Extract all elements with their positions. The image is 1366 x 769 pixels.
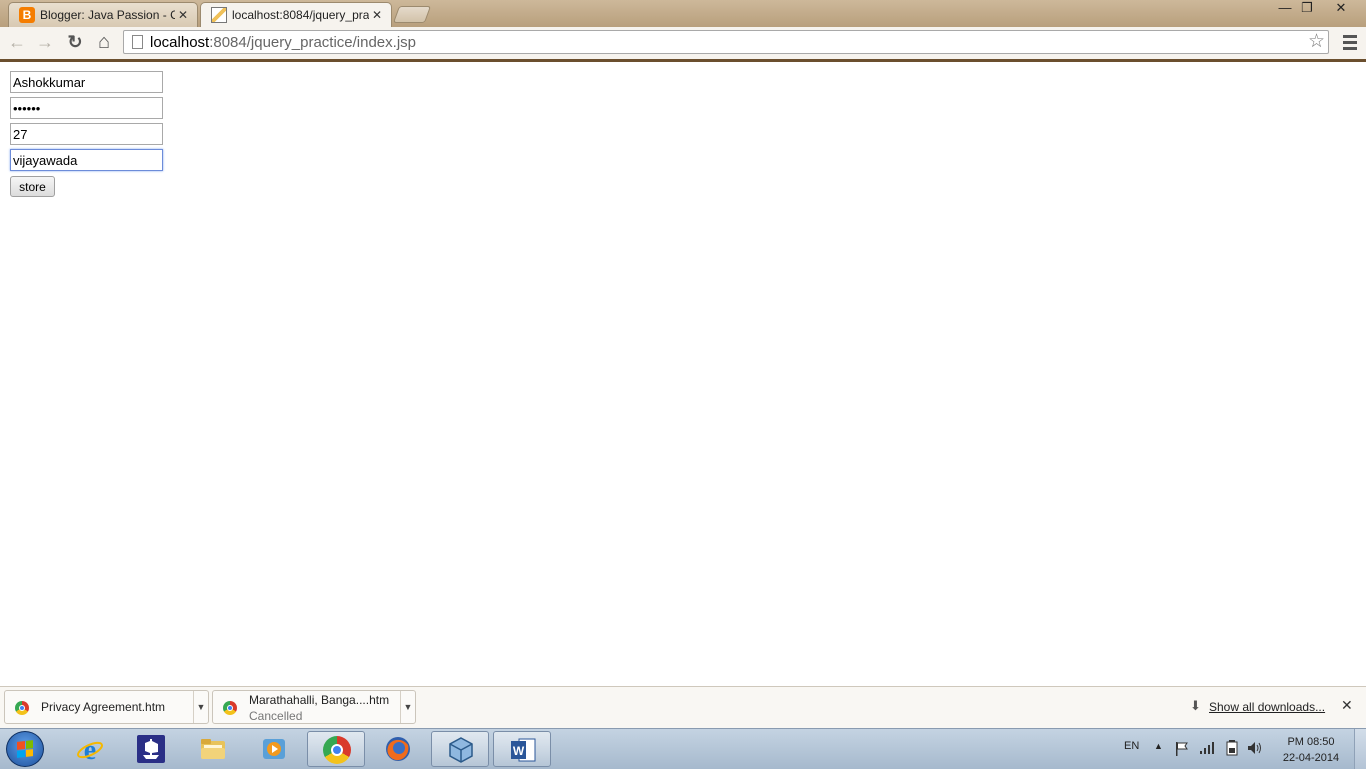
language-indicator[interactable]: EN bbox=[1124, 740, 1139, 752]
volume-icon[interactable] bbox=[1247, 741, 1263, 755]
network-signal-icon[interactable] bbox=[1199, 741, 1215, 755]
taskbar-virtualbox[interactable] bbox=[431, 731, 489, 767]
download-arrow-icon: ⬇ bbox=[1190, 698, 1201, 713]
chrome-icon bbox=[323, 736, 351, 764]
clock-date: 22-04-2014 bbox=[1282, 752, 1340, 764]
close-window-icon[interactable]: ✕ bbox=[1326, 0, 1356, 18]
clock-time: PM 08:50 bbox=[1287, 736, 1335, 748]
page-icon bbox=[132, 35, 143, 49]
show-hidden-icons-icon[interactable]: ▲ bbox=[1154, 741, 1163, 751]
close-shelf-icon[interactable]: ✕ bbox=[1341, 697, 1353, 714]
taskbar-internet-explorer[interactable]: e bbox=[61, 731, 119, 767]
battery-icon[interactable] bbox=[1226, 740, 1238, 756]
internet-explorer-icon: e bbox=[77, 735, 103, 763]
pirate-ship-icon bbox=[137, 735, 165, 763]
name-input[interactable] bbox=[10, 71, 163, 93]
forward-icon[interactable]: → bbox=[34, 31, 56, 53]
chrome-file-icon bbox=[15, 701, 29, 715]
taskbar-chrome[interactable] bbox=[307, 731, 365, 767]
word-icon: W bbox=[511, 738, 536, 762]
folder-icon bbox=[201, 739, 225, 759]
show-desktop-button[interactable] bbox=[1354, 729, 1366, 769]
page-content: store bbox=[0, 62, 1366, 686]
show-all-downloads-link[interactable]: Show all downloads... bbox=[1209, 700, 1325, 714]
download-filename: Marathahalli, Banga....htm bbox=[249, 693, 390, 707]
download-filename: Privacy Agreement.htm bbox=[41, 700, 166, 714]
start-button[interactable] bbox=[6, 731, 44, 767]
action-center-flag-icon[interactable] bbox=[1175, 741, 1189, 757]
blogger-icon: B bbox=[19, 7, 35, 23]
browser-toolbar: ← → ↻ ⌂ localhost:8084/jquery_practice/i… bbox=[0, 27, 1366, 62]
age-input[interactable] bbox=[10, 123, 163, 145]
browser-tab-strip: B Blogger: Java Passion - Cr ✕ localhost… bbox=[0, 0, 1366, 27]
tab-title: Blogger: Java Passion - Cr bbox=[40, 8, 175, 22]
tab-localhost[interactable]: localhost:8084/jquery_pra ✕ bbox=[200, 2, 392, 27]
page-favicon-icon bbox=[211, 7, 227, 23]
tab-blogger[interactable]: B Blogger: Java Passion - Cr ✕ bbox=[8, 2, 198, 27]
bookmark-star-icon[interactable]: ☆ bbox=[1308, 31, 1325, 53]
new-tab-button[interactable] bbox=[392, 6, 432, 23]
city-input[interactable] bbox=[10, 149, 163, 171]
home-icon[interactable]: ⌂ bbox=[93, 31, 115, 53]
taskbar-file-explorer[interactable] bbox=[184, 731, 242, 767]
reload-icon[interactable]: ↻ bbox=[64, 31, 86, 53]
firefox-icon bbox=[386, 737, 410, 761]
restore-icon[interactable]: ❐ bbox=[1292, 0, 1322, 18]
close-tab-icon[interactable]: ✕ bbox=[369, 8, 385, 22]
taskbar-word[interactable]: W bbox=[493, 731, 551, 767]
svg-text:W: W bbox=[513, 744, 525, 758]
virtualbox-icon bbox=[449, 737, 473, 763]
chevron-down-icon[interactable]: ▼ bbox=[193, 691, 208, 723]
taskbar-pirate-app[interactable] bbox=[122, 731, 180, 767]
url-text: localhost:8084/jquery_practice/index.jsp bbox=[150, 34, 416, 51]
media-player-icon bbox=[263, 739, 285, 759]
svg-text:e: e bbox=[84, 735, 96, 763]
address-bar[interactable]: localhost:8084/jquery_practice/index.jsp… bbox=[123, 30, 1329, 54]
store-button[interactable]: store bbox=[10, 176, 55, 197]
chevron-down-icon[interactable]: ▼ bbox=[400, 691, 415, 723]
download-item[interactable]: Privacy Agreement.htm ▼ bbox=[4, 690, 209, 724]
tab-title: localhost:8084/jquery_pra bbox=[232, 8, 369, 22]
password-input[interactable] bbox=[10, 97, 163, 119]
download-status: Cancelled bbox=[249, 709, 303, 723]
system-clock[interactable]: PM 08:50 22-04-2014 bbox=[1278, 734, 1344, 766]
windows-logo-icon bbox=[17, 740, 33, 758]
windows-taskbar: e W EN ▲ PM 08:50 22-04-2014 bbox=[0, 728, 1366, 769]
download-item[interactable]: Marathahalli, Banga....htm Cancelled ▼ bbox=[212, 690, 416, 724]
back-icon[interactable]: ← bbox=[6, 31, 28, 53]
chrome-menu-icon[interactable] bbox=[1342, 32, 1358, 52]
close-tab-icon[interactable]: ✕ bbox=[175, 8, 191, 22]
taskbar-media-player[interactable] bbox=[245, 731, 303, 767]
chrome-file-icon bbox=[223, 701, 237, 715]
download-shelf: Privacy Agreement.htm ▼ Marathahalli, Ba… bbox=[0, 686, 1366, 729]
taskbar-firefox[interactable] bbox=[369, 731, 427, 767]
